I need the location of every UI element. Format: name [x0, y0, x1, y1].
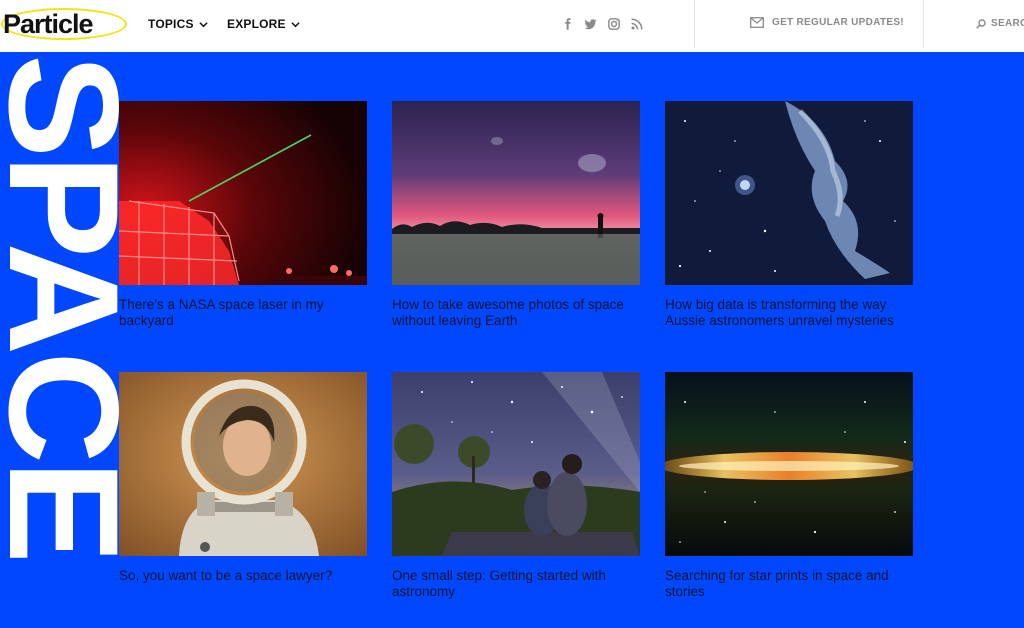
- chevron-down-icon: [291, 21, 300, 27]
- article-title[interactable]: One small step: Getting started with ast…: [392, 568, 640, 600]
- chevron-down-icon: [199, 21, 208, 27]
- twitter-icon[interactable]: [584, 17, 598, 31]
- article-card[interactable]: There’s a NASA space laser in my backyar…: [119, 101, 367, 329]
- site-header: Particle TOPICS EXPLORE GET REGULAR UPDA…: [0, 0, 1024, 52]
- particle-logo[interactable]: Particle: [0, 6, 130, 44]
- header-divider: [694, 0, 695, 48]
- facebook-icon[interactable]: [561, 17, 575, 31]
- article-title[interactable]: There’s a NASA space laser in my backyar…: [119, 297, 367, 329]
- search-label: SEARCH: [991, 18, 1024, 29]
- rss-icon[interactable]: [630, 17, 644, 31]
- article-thumbnail[interactable]: [392, 101, 640, 285]
- article-thumbnail[interactable]: [392, 372, 640, 556]
- article-card[interactable]: How to take awesome photos of space with…: [392, 101, 640, 329]
- article-thumbnail[interactable]: [119, 101, 367, 285]
- instagram-icon[interactable]: [607, 17, 621, 31]
- section-title: SPACE: [0, 54, 150, 560]
- article-title[interactable]: How big data is transforming the way Aus…: [665, 297, 913, 329]
- nav-topics[interactable]: TOPICS: [148, 17, 208, 31]
- article-thumbnail[interactable]: [665, 372, 913, 556]
- envelope-icon: [750, 17, 764, 28]
- article-thumbnail[interactable]: [119, 372, 367, 556]
- article-title[interactable]: How to take awesome photos of space with…: [392, 297, 640, 329]
- article-title[interactable]: Searching for star prints in space and s…: [665, 568, 913, 600]
- get-updates-label: GET REGULAR UPDATES!: [772, 17, 904, 28]
- article-card[interactable]: Searching for star prints in space and s…: [665, 372, 913, 600]
- article-thumbnail[interactable]: [665, 101, 913, 285]
- header-divider: [923, 0, 924, 48]
- search-icon: [976, 18, 986, 29]
- article-card[interactable]: So, you want to be a space lawyer?: [119, 372, 367, 584]
- nav-topics-label: TOPICS: [148, 17, 194, 31]
- logo-text: Particle: [3, 9, 94, 39]
- section-main: SPACE There’s a NASA space laser in my b…: [0, 52, 1024, 628]
- article-title[interactable]: So, you want to be a space lawyer?: [119, 568, 367, 584]
- get-updates-link[interactable]: GET REGULAR UPDATES!: [750, 17, 904, 28]
- nav-explore[interactable]: EXPLORE: [227, 17, 300, 31]
- search-button[interactable]: SEARCH: [976, 18, 1024, 29]
- article-card[interactable]: One small step: Getting started with ast…: [392, 372, 640, 600]
- nav-explore-label: EXPLORE: [227, 17, 286, 31]
- article-card[interactable]: How big data is transforming the way Aus…: [665, 101, 913, 329]
